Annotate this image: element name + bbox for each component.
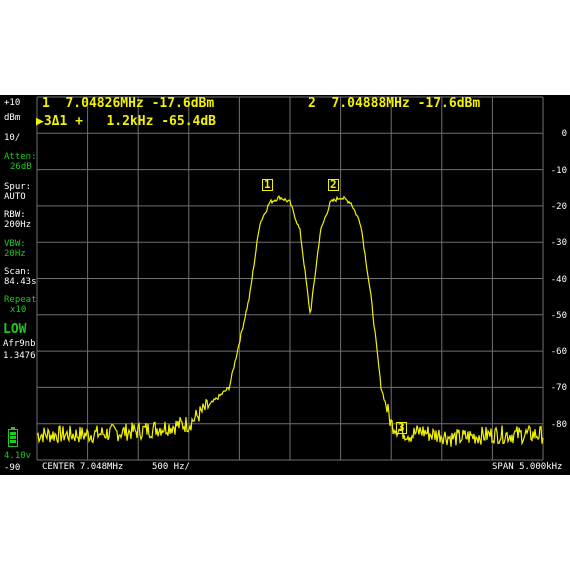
spur-value: AUTO — [4, 192, 26, 202]
marker1-label: 1 — [262, 178, 273, 191]
analyzer-screen: +10 dBm 10/ Atten: 26dB Spur: AUTO RBW: … — [0, 95, 570, 475]
marker3-delta-readout: ▶3Δ1 + 1.2kHz -65.4dB — [36, 114, 217, 129]
center-frequency: CENTER 7.048MHz — [42, 462, 124, 472]
y-tick-label: -50 — [550, 310, 567, 321]
callsign-label: Afr9nb — [3, 339, 36, 349]
mode-label: LOW — [3, 322, 27, 337]
division-label: 500 Hz/ — [152, 462, 190, 472]
rbw-label: RBW: — [4, 210, 26, 220]
y-tick-label: -30 — [550, 238, 567, 249]
atten-value: 26dB — [10, 162, 32, 172]
version-label: 1.3476 — [3, 351, 36, 361]
rbw-value: 200Hz — [4, 220, 32, 230]
vbw-value: 20Hz — [4, 249, 26, 259]
marker2-readout: 2 7.04888MHz -17.6dBm — [308, 96, 481, 111]
marker2-label: 2 — [328, 178, 339, 191]
y-tick-label: -40 — [550, 274, 567, 285]
atten-label: Atten: — [4, 152, 37, 162]
spur-label: Spur: — [4, 182, 32, 192]
y-tick-label: -10 — [550, 165, 567, 176]
ref-level: +10 — [4, 98, 21, 108]
spectrum-plot — [36, 96, 544, 461]
scan-value: 84.43s — [4, 277, 37, 287]
bottom-level: -90 — [4, 463, 21, 473]
scan-label: Scan: — [4, 267, 32, 277]
y-tick-label: 0 — [561, 129, 567, 140]
unit-label: dBm — [4, 113, 21, 123]
span-label: SPAN 5.000kHz — [492, 462, 563, 472]
marker3-label: 3 — [396, 421, 407, 434]
y-tick-label: -80 — [550, 419, 567, 430]
voltage-label: 4.10v — [4, 451, 32, 461]
marker1-readout: 1 7.04826MHz -17.6dBm — [42, 96, 215, 111]
y-tick-label: -70 — [550, 383, 567, 394]
y-tick-label: -60 — [550, 347, 567, 358]
repeat-value: x10 — [10, 305, 27, 315]
repeat-label: Repeat — [4, 295, 37, 305]
vbw-label: VBW: — [4, 239, 26, 249]
y-tick-label: -20 — [550, 201, 567, 212]
battery-icon — [8, 427, 18, 447]
scale-label: 10/ — [4, 133, 21, 143]
plot-grid — [36, 96, 544, 461]
